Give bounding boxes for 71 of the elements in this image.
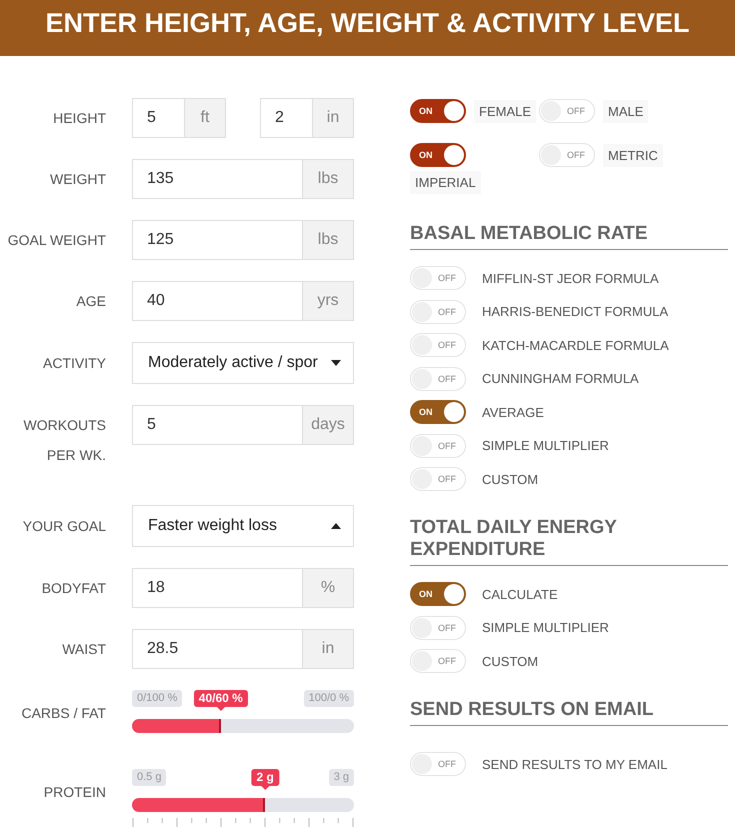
dropdown[interactable]: Faster weight loss <box>132 505 354 547</box>
range-slider[interactable]: 0.5 g 2 g 3 g <box>132 769 354 827</box>
input-field[interactable]: 40 yrs <box>132 281 354 321</box>
section-heading: SEND RESULTS ON EMAIL <box>410 699 654 721</box>
input-field[interactable]: 28.5 in <box>132 629 354 669</box>
toggle-label: SIMPLE MULTIPLIER <box>482 620 609 635</box>
field-label: WORKOUTS PER WK. <box>22 416 106 465</box>
unit-label: ft <box>184 99 225 137</box>
toggle-switch[interactable]: ON <box>410 99 466 123</box>
field-label: WEIGHT <box>49 170 106 189</box>
toggle-switch[interactable]: OFF <box>410 333 466 357</box>
toggle-switch[interactable]: OFF <box>410 616 466 640</box>
min-label: 0/100 % <box>132 690 182 707</box>
field-label: YOUR GOAL <box>22 517 106 536</box>
unit-label: in <box>302 630 353 668</box>
toggle-switch[interactable]: OFF <box>410 300 466 324</box>
range-slider[interactable]: 0/100 % 40/60 % 100/0 % <box>132 690 354 748</box>
unit-label: yrs <box>302 282 353 320</box>
toggle-label: KATCH-MACARDLE FORMULA <box>482 338 669 352</box>
toggle-switch[interactable]: OFF <box>410 266 466 290</box>
field-label: AGE <box>75 292 106 311</box>
toggle-label: AVERAGE <box>482 404 544 420</box>
toggle-label: MALE <box>603 100 648 122</box>
input-field[interactable]: 18 % <box>132 568 354 608</box>
input-field[interactable]: 135 lbs <box>132 159 354 199</box>
field-label: WAIST <box>61 640 106 659</box>
toggle-label: CALCULATE <box>482 586 558 602</box>
toggle-switch[interactable]: OFF <box>410 649 466 673</box>
toggle-switch[interactable]: OFF <box>539 99 595 123</box>
field-label: HEIGHT <box>52 109 106 128</box>
toggle-label: CUNNINGHAM FORMULA <box>482 371 639 386</box>
toggle-switch[interactable]: ON <box>410 400 466 424</box>
field-label: GOAL WEIGHT <box>6 231 106 250</box>
toggle-label: SIMPLE MULTIPLIER <box>482 438 609 453</box>
caret-icon <box>331 523 341 529</box>
toggle-label: METRIC <box>603 144 663 166</box>
caret-icon <box>331 360 341 366</box>
max-label: 100/0 % <box>304 690 354 707</box>
toggle-label: CUSTOM <box>482 472 538 486</box>
field-label: CARBS / FAT <box>20 704 106 723</box>
toggle-switch[interactable]: OFF <box>539 143 595 167</box>
toggle-label: FEMALE <box>474 100 536 122</box>
input-field[interactable]: 2 in <box>260 98 354 138</box>
toggle-switch[interactable]: OFF <box>410 434 466 458</box>
toggle-switch[interactable]: ON <box>410 143 466 167</box>
toggle-label: HARRIS-BENEDICT FORMULA <box>482 304 668 319</box>
max-label: 3 g <box>328 769 354 786</box>
unit-label: days <box>302 406 353 444</box>
min-label: 0.5 g <box>132 769 166 786</box>
unit-label: in <box>312 99 353 137</box>
toggle-switch[interactable]: OFF <box>410 467 466 491</box>
unit-label: lbs <box>302 221 353 259</box>
toggle-label: CUSTOM <box>482 654 538 668</box>
toggle-switch[interactable]: OFF <box>410 366 466 390</box>
field-label: PROTEIN <box>42 783 106 802</box>
section-heading: BASAL METABOLIC RATE <box>410 223 648 245</box>
toggle-label: MIFFLIN-ST JEOR FORMULA <box>482 270 659 286</box>
page-title: ENTER HEIGHT, AGE, WEIGHT & ACTIVITY LEVEL <box>44 7 691 40</box>
dropdown[interactable]: Moderately active / spor <box>132 342 354 384</box>
toggle-switch[interactable]: OFF <box>410 752 466 776</box>
field-label: BODYFAT <box>40 579 106 598</box>
unit-label: lbs <box>302 160 353 198</box>
field-label: ACTIVITY <box>42 354 106 373</box>
input-field[interactable]: 5 days <box>132 405 354 445</box>
toggle-label: SEND RESULTS TO MY EMAIL <box>482 756 668 772</box>
section-heading: TOTAL DAILY ENERGY EXPENDITURE <box>410 517 618 561</box>
input-field[interactable]: 5 ft <box>132 98 226 138</box>
toggle-label: IMPERIAL <box>410 171 481 194</box>
unit-label: % <box>302 569 353 607</box>
input-field[interactable]: 125 lbs <box>132 220 354 260</box>
toggle-switch[interactable]: ON <box>410 582 466 606</box>
